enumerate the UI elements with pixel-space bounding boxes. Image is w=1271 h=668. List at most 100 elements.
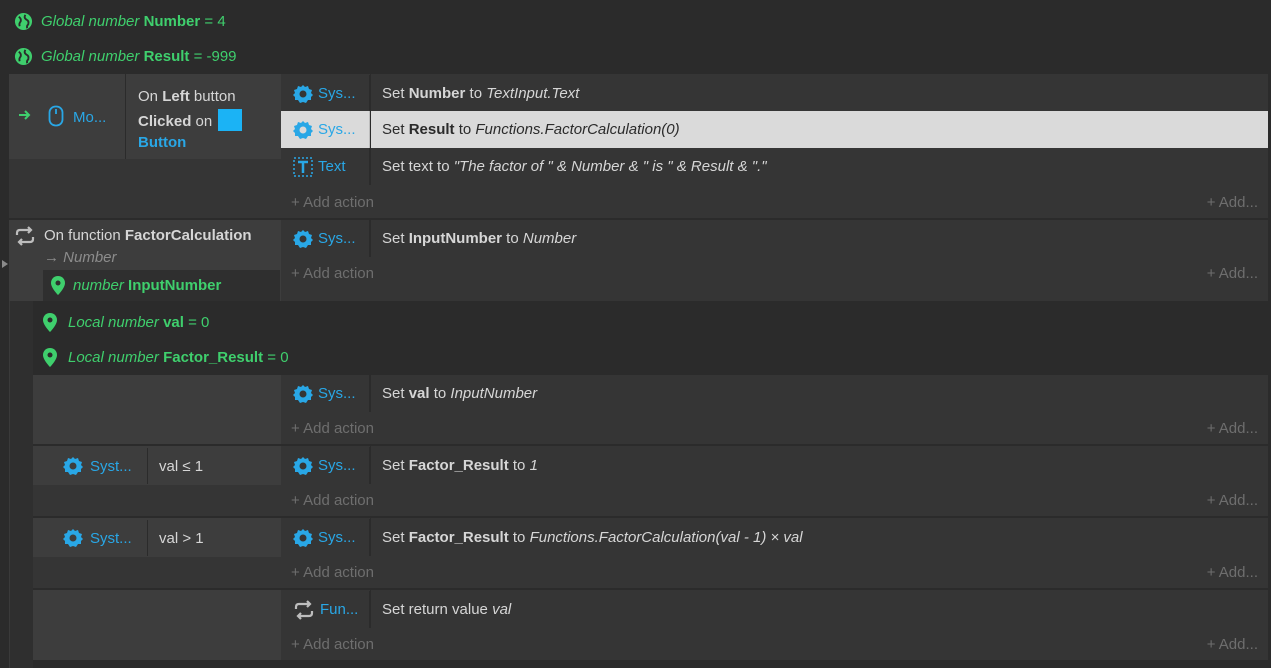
var-name: val — [163, 313, 184, 331]
add-more-button[interactable]: + Add... — [1207, 194, 1258, 211]
action-object[interactable]: Sys... — [281, 220, 370, 257]
add-action-label: Add action — [303, 419, 374, 437]
gear-icon — [293, 120, 313, 139]
pin-icon — [40, 347, 60, 367]
function-parameter[interactable]: number InputNumber — [43, 270, 280, 301]
action-row[interactable]: Sys... Set val to InputNumber — [281, 375, 1268, 412]
action-pre: Set — [382, 457, 409, 474]
event1-actions: Sys... Set Number to TextInput.Text Sys.… — [281, 74, 1268, 218]
action-var: Number — [408, 85, 466, 102]
action-var: Result — [408, 121, 455, 138]
add-more-label: Add... — [1218, 193, 1258, 211]
var-name: Number — [143, 12, 201, 30]
divider — [370, 446, 371, 484]
add-action-row: + Add action + Add... — [281, 191, 1268, 213]
action-object-label: Sys... — [318, 230, 356, 247]
subevent-condition-area[interactable] — [33, 375, 281, 444]
action-text: Set InputNumber to Number — [370, 230, 576, 247]
add-action-button[interactable]: + Add action — [291, 194, 374, 211]
param-name: InputNumber — [128, 277, 222, 294]
mouse-object-label[interactable]: Mo... — [73, 109, 106, 126]
gear-icon — [63, 457, 83, 475]
var-prefix: Global number — [41, 12, 140, 30]
action-row[interactable]: Sys... Set Number to TextInput.Text — [281, 75, 1268, 112]
gear-icon — [293, 229, 313, 248]
action-pre: Set — [382, 385, 409, 402]
condition-row[interactable]: Syst... val ≤ 1 — [63, 448, 203, 484]
var-value: = 0 — [188, 313, 210, 331]
action-object[interactable]: Sys... — [281, 111, 370, 148]
add-more-button[interactable]: + Add... — [1207, 420, 1258, 437]
add-more-button[interactable]: + Add... — [1207, 265, 1258, 282]
add-action-button[interactable]: + Add action — [291, 636, 374, 653]
add-more-button[interactable]: + Add... — [1207, 636, 1258, 653]
add-action-button[interactable]: + Add action — [291, 420, 374, 437]
action-object-label: Sys... — [318, 85, 356, 102]
add-action-button[interactable]: + Add action — [291, 492, 374, 509]
subevent-condition-area[interactable] — [33, 590, 281, 660]
action-object-label: Text — [318, 158, 346, 175]
condition-text: val > 1 — [159, 529, 204, 547]
action-text: Set Factor_Result to 1 — [370, 457, 538, 474]
action-pre: Set — [382, 85, 409, 102]
divider — [147, 448, 148, 484]
action-object[interactable]: Sys... — [281, 519, 370, 556]
action-row-selected[interactable]: Sys... Set Result to Functions.FactorCal… — [281, 111, 1268, 148]
action-expr: 1 — [529, 457, 538, 474]
condition-row[interactable]: Syst... val > 1 — [63, 520, 204, 556]
text-object-icon — [293, 156, 313, 177]
action-var: InputNumber — [408, 230, 503, 247]
pin-icon — [51, 276, 65, 295]
action-object-label: Sys... — [318, 529, 356, 546]
action-object[interactable]: Text — [281, 148, 370, 185]
divider — [370, 74, 371, 185]
add-more-button[interactable]: + Add... — [1207, 492, 1258, 509]
condition-object-label[interactable]: Syst... — [90, 458, 142, 475]
sub3-actions: Sys... Set Factor_Result to Functions.Fa… — [281, 518, 1268, 588]
action-object[interactable]: Sys... — [281, 75, 370, 112]
local-var-factor-result[interactable]: Local number Factor_Result = 0 — [40, 346, 289, 368]
collapse-triangle-icon[interactable] — [2, 255, 8, 272]
action-mid: to — [429, 385, 451, 402]
button-object-icon — [218, 109, 243, 131]
divider — [370, 518, 371, 556]
add-more-button[interactable]: + Add... — [1207, 564, 1258, 581]
add-action-button[interactable]: + Add action — [291, 265, 374, 282]
add-action-row: + Add action + Add... — [281, 417, 1268, 439]
action-text: Set Result to Functions.FactorCalculatio… — [370, 121, 680, 138]
action-object[interactable]: Sys... — [281, 447, 370, 484]
action-row[interactable]: Sys... Set InputNumber to Number — [281, 220, 1268, 257]
action-row[interactable]: Sys... Set Factor_Result to 1 — [281, 447, 1268, 484]
function-repeat-icon — [14, 226, 36, 250]
gear-icon — [293, 84, 313, 103]
condition-object-label[interactable]: Syst... — [90, 530, 142, 547]
function-name: FactorCalculation — [124, 227, 252, 244]
condition-text[interactable]: On Left button Clicked on Button — [138, 85, 243, 155]
action-mid: to — [502, 230, 523, 247]
action-object[interactable]: Fun... — [281, 591, 370, 628]
add-action-button[interactable]: + Add action — [291, 564, 374, 581]
action-row[interactable]: Text Set text to "The factor of " & Numb… — [281, 148, 1268, 185]
action-expr: "The factor of " & Number & " is " & Res… — [453, 158, 767, 175]
event2-actions: Sys... Set InputNumber to Number + Add a… — [281, 220, 1268, 301]
local-var-val[interactable]: Local number val = 0 — [40, 311, 209, 333]
add-more-label: Add... — [1218, 635, 1258, 653]
function-repeat-icon — [294, 599, 314, 620]
action-row[interactable]: Sys... Set Factor_Result to Functions.Fa… — [281, 519, 1268, 556]
action-text: Set val to InputNumber — [370, 385, 537, 402]
sub4-actions: Fun... Set return value val + Add action… — [281, 590, 1268, 660]
action-expr: Number — [522, 230, 577, 247]
action-expr: TextInput.Text — [486, 85, 580, 102]
gear-icon — [293, 528, 313, 547]
button-object-name[interactable]: Button — [138, 131, 242, 155]
add-action-label: Add action — [303, 491, 374, 509]
mouse-icon — [48, 105, 64, 131]
action-row[interactable]: Fun... Set return value val — [281, 591, 1268, 628]
global-var-result[interactable]: Global number Result = -999 — [13, 45, 237, 67]
function-title[interactable]: On function FactorCalculation — [44, 227, 252, 244]
global-var-number[interactable]: Global number Number = 4 — [13, 10, 226, 32]
pin-icon — [40, 312, 60, 332]
add-more-label: Add... — [1218, 264, 1258, 282]
action-object[interactable]: Sys... — [281, 375, 370, 412]
add-action-label: Add action — [303, 635, 374, 653]
